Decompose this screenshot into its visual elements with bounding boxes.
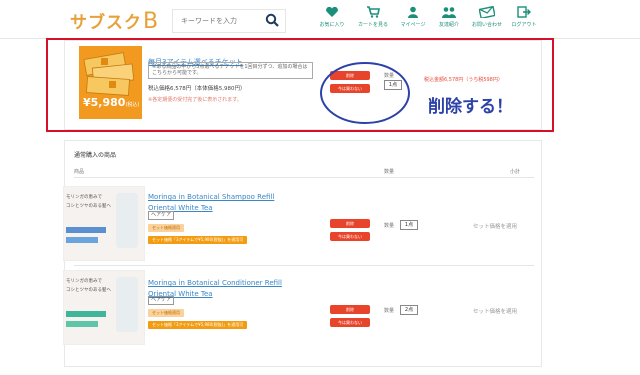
divider xyxy=(74,265,534,266)
item-qty-select[interactable]: 2点 xyxy=(400,305,418,315)
set-price-pill[interactable]: セット価格「3アイテムで¥5,980(税抜)」を適用可 xyxy=(148,321,248,329)
item-later-button[interactable]: 今は買わない xyxy=(330,232,370,241)
item-delete-button[interactable]: 削除 xyxy=(330,219,370,228)
regular-section-title: 通常購入の商品 xyxy=(74,152,117,159)
search-box xyxy=(172,9,286,33)
item-qty-label: 数量 xyxy=(384,223,395,229)
nav-label: お問い合わせ xyxy=(471,22,502,28)
divider xyxy=(74,177,534,178)
col-product: 商品 xyxy=(74,169,85,175)
item-category-tag: ヘアケア xyxy=(148,296,175,305)
search-input[interactable] xyxy=(179,12,263,30)
thumb-band xyxy=(66,321,98,327)
item-name[interactable]: Moringa in Botanical Shampoo Refill Orie… xyxy=(148,193,274,212)
thumb-line: コシとツヤのある髪へ xyxy=(66,288,111,293)
annotation-text: 削除する！ xyxy=(428,97,513,117)
nav-label: マイページ xyxy=(400,22,426,28)
highlight-frame xyxy=(46,38,554,132)
nav-cart[interactable]: カートを見る xyxy=(355,6,391,28)
cart-icon xyxy=(367,6,380,18)
site-logo[interactable]: サブスクB xyxy=(70,8,159,34)
item-qty-label: 数量 xyxy=(384,308,395,314)
item-price-link[interactable]: セット価格を適用 xyxy=(473,222,517,230)
thumb-text: モリンガの恵みで コシとツヤのある髪へ xyxy=(66,277,111,295)
item-delete-button[interactable]: 削除 xyxy=(330,305,370,314)
annotation-circle xyxy=(320,62,410,124)
col-qty: 数量 xyxy=(384,169,395,175)
set-price-light-pill: セット価格適用 xyxy=(148,224,184,232)
person-icon xyxy=(408,6,418,18)
item-category-tag: ヘアケア xyxy=(148,211,175,220)
thumb-line: モリンガの恵みで xyxy=(66,279,102,284)
thumb-line: コシとツヤのある髪へ xyxy=(66,204,111,209)
top-bar: サブスクB お気に入り カートを見る マイページ xyxy=(0,0,640,39)
logout-icon xyxy=(517,6,531,18)
item-later-button[interactable]: 今は買わない xyxy=(330,318,370,327)
item-qty-select[interactable]: 1点 xyxy=(400,220,418,230)
nav-label: ログアウト xyxy=(511,22,537,28)
search-icon[interactable] xyxy=(265,13,279,27)
nav-contact[interactable]: お問い合わせ xyxy=(469,6,505,28)
logo-text: サブスク xyxy=(70,13,142,33)
mail-icon xyxy=(479,6,495,18)
nav-logout[interactable]: ログアウト xyxy=(506,6,542,28)
product-thumbnail[interactable]: モリンガの恵みで コシとツヤのある髪へ xyxy=(63,186,145,261)
product-thumbnail[interactable]: モリンガの恵みで コシとツヤのある髪へ xyxy=(63,270,145,345)
item-price-link[interactable]: セット価格を適用 xyxy=(473,307,517,315)
item-name-link[interactable]: Moringa in Botanical Shampoo Refill Orie… xyxy=(148,190,298,212)
thumb-band xyxy=(66,227,106,233)
bottle-image xyxy=(116,193,138,248)
thumb-band xyxy=(66,311,106,317)
nav-referral[interactable]: 友達紹介 xyxy=(431,6,467,28)
item-qty-value: 1点 xyxy=(404,222,414,228)
nav-mypage[interactable]: マイページ xyxy=(395,6,431,28)
nav-favorites[interactable]: お気に入り xyxy=(314,6,350,28)
thumb-line: モリンガの恵みで xyxy=(66,195,102,200)
nav-label: お気に入り xyxy=(319,22,345,28)
item-qty-value: 2点 xyxy=(404,307,414,313)
nav-label: 友達紹介 xyxy=(438,22,459,28)
item-name-link[interactable]: Moringa in Botanical Conditioner Refill … xyxy=(148,276,298,298)
thumb-text: モリンガの恵みで コシとツヤのある髪へ xyxy=(66,193,111,211)
set-price-pill[interactable]: セット価格「3アイテムで¥5,980(税抜)」を適用可 xyxy=(148,236,248,244)
logo-b: B xyxy=(143,9,160,34)
set-price-light-pill: セット価格適用 xyxy=(148,309,184,317)
people-icon xyxy=(442,7,456,18)
thumb-band xyxy=(66,237,98,243)
heart-icon xyxy=(326,6,338,17)
bottle-image xyxy=(116,277,138,332)
nav-label: カートを見る xyxy=(357,22,388,28)
col-subtotal: 小計 xyxy=(510,169,521,175)
